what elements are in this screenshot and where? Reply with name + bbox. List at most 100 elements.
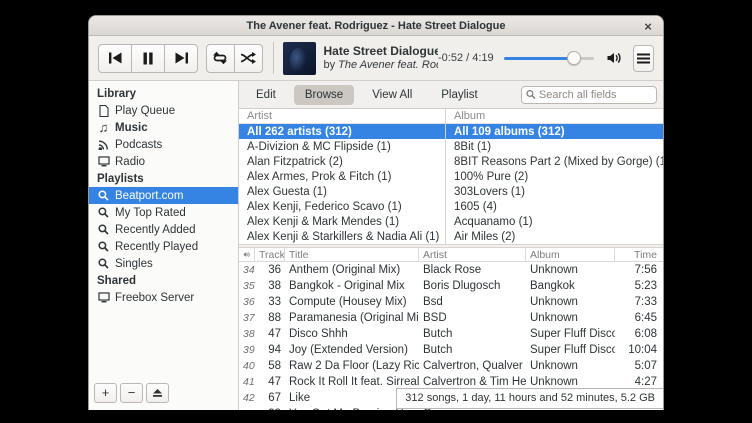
seek-slider[interactable] (504, 51, 594, 65)
track-title: Paramanesia (Original Mix) (285, 312, 419, 324)
close-button[interactable]: × (640, 18, 656, 34)
artist-list-item[interactable]: Alex Armes, Prok & Fitch (1) (239, 169, 445, 184)
track-time: 6:45 (615, 312, 663, 324)
album-column-header-track[interactable]: Album (526, 248, 615, 261)
main-content: Edit Browse View All Playlist Artist (239, 81, 663, 410)
sidebar-item-radio[interactable]: Radio (89, 153, 238, 170)
sidebar-item-label: Beatport.com (115, 190, 183, 202)
search-playlist-icon (97, 224, 110, 235)
repeat-icon (212, 51, 228, 65)
eject-button[interactable] (146, 383, 169, 403)
status-bar: 312 songs, 1 day, 11 hours and 52 minute… (396, 388, 663, 409)
time-column-header[interactable]: Time (615, 248, 663, 261)
view-toolbar: Edit Browse View All Playlist (239, 81, 663, 109)
sidebar-item-beatport[interactable]: Beatport.com (89, 187, 238, 204)
shuffle-button[interactable] (234, 44, 263, 73)
album-list-item[interactable]: All 109 albums (312) (446, 124, 663, 139)
artist-list-item[interactable]: Alex Kenji, Federico Scavo (1) (239, 199, 445, 214)
album-column-header[interactable]: Album (446, 109, 663, 124)
track-column-header[interactable]: Track (255, 248, 285, 261)
track-row[interactable]: 37 88 Paramanesia (Original Mix) BSD Unk… (239, 310, 663, 326)
track-artist: Butch (419, 344, 526, 356)
menu-button[interactable] (633, 45, 654, 72)
sidebar-item-my-top-rated[interactable]: My Top Rated (89, 204, 238, 221)
repeat-button[interactable] (206, 44, 235, 73)
tab-playlist[interactable]: Playlist (430, 85, 488, 105)
row-number: 39 (239, 344, 255, 356)
artist-column-header[interactable]: Artist (239, 109, 445, 124)
tab-browse[interactable]: Browse (294, 85, 354, 105)
track-time: 5:23 (615, 280, 663, 292)
sidebar-item-recently-added[interactable]: Recently Added (89, 221, 238, 238)
title-column-header[interactable]: Title (285, 248, 419, 261)
next-button[interactable] (164, 44, 198, 73)
track-row[interactable]: 40 58 Raw 2 Da Floor (Lazy Rich Re… Calv… (239, 358, 663, 374)
track-album: Unknown (526, 264, 615, 276)
album-list-item[interactable]: Air Miles (2) (446, 229, 663, 244)
sidebar-item-recently-played[interactable]: Recently Played (89, 238, 238, 255)
search-playlist-icon (97, 258, 110, 269)
sidebar-item-label: Freebox Server (115, 292, 194, 304)
track-album: Unknown (526, 376, 615, 388)
desktop-background: The Avener feat. Rodriguez - Hate Street… (0, 0, 752, 423)
remove-playlist-button[interactable]: − (120, 383, 143, 403)
track-row[interactable]: 39 94 Joy (Extended Version) Butch Super… (239, 342, 663, 358)
track-row[interactable]: 36 33 Compute (Housey Mix) Bsd Unknown 7… (239, 294, 663, 310)
track-row[interactable]: 35 38 Bangkok - Original Mix Boris Dlugo… (239, 278, 663, 294)
titlebar[interactable]: The Avener feat. Rodriguez - Hate Street… (89, 16, 663, 36)
previous-button[interactable] (98, 44, 132, 73)
album-list-item[interactable]: 8BIT Reasons Part 2 (Mixed by Gorge) (1) (446, 154, 663, 169)
sidebar-item-label: Singles (115, 258, 153, 270)
tab-view-all[interactable]: View All (361, 85, 423, 105)
sidebar-item-singles[interactable]: Singles (89, 255, 238, 272)
track-row[interactable]: 38 47 Disco Shhh Butch Super Fluff Disco… (239, 326, 663, 342)
sidebar-item-freebox-server[interactable]: Freebox Server (89, 289, 238, 306)
track-number: 38 (255, 280, 285, 292)
mode-controls (206, 44, 263, 73)
search-input[interactable] (539, 89, 652, 101)
album-list-item[interactable]: Acquanamo (1) (446, 214, 663, 229)
sidebar-item-podcasts[interactable]: Podcasts (89, 136, 238, 153)
track-title: Joy (Extended Version) (285, 344, 419, 356)
artist-list-item[interactable]: Alan Fitzpatrick (2) (239, 154, 445, 169)
artist-list-item[interactable]: Alex Kenji & Mark Mendes (1) (239, 214, 445, 229)
volume-button[interactable] (606, 51, 623, 65)
album-list-item[interactable]: 100% Pure (2) (446, 169, 663, 184)
sidebar: Library Play Queue ♫Music (89, 81, 239, 410)
track-album: Unknown (526, 296, 615, 308)
track-album: Unknown (526, 312, 615, 324)
album-list-item[interactable]: 303Lovers (1) (446, 184, 663, 199)
track-number: 33 (255, 408, 285, 410)
seek-handle[interactable] (567, 51, 581, 65)
time-display: -0:52 / 4:19 (438, 52, 494, 64)
artist-column-header-track[interactable]: Artist (419, 248, 526, 261)
track-artist: Bsd (419, 296, 526, 308)
sidebar-item-music[interactable]: ♫Music (89, 119, 238, 136)
search-box[interactable] (521, 86, 657, 104)
track-artist: Calvertron, Qualver (419, 360, 526, 372)
artist-list-item[interactable]: Alex Kenji & Starkillers & Nadia Ali (1) (239, 229, 445, 244)
source-list: Library Play Queue ♫Music (89, 81, 238, 381)
artist-list-item[interactable]: Alex Guesta (1) (239, 184, 445, 199)
sidebar-item-play-queue[interactable]: Play Queue (89, 102, 238, 119)
pause-button[interactable] (131, 44, 165, 73)
track-row[interactable]: 34 36 Anthem (Original Mix) Black Rose U… (239, 262, 663, 278)
track-title: Compute (Housey Mix) (285, 296, 419, 308)
track-album: Unknown (526, 360, 615, 372)
track-time: 7:33 (615, 296, 663, 308)
artist-list-item[interactable]: All 262 artists (312) (239, 124, 445, 139)
rss-icon (97, 139, 110, 150)
add-playlist-button[interactable]: + (94, 383, 117, 403)
artist-list-item[interactable]: A-Divizion & MC Flipside (1) (239, 139, 445, 154)
album-list-item[interactable]: 1605 (4) (446, 199, 663, 214)
tab-edit[interactable]: Edit (245, 85, 287, 105)
album-list-item[interactable]: 8Bit (1) (446, 139, 663, 154)
track-number: 36 (255, 264, 285, 276)
player-toolbar: Hate Street Dialogue byThe Avener feat. … (89, 36, 663, 81)
track-number: 47 (255, 328, 285, 340)
track-title: Bangkok - Original Mix (285, 280, 419, 292)
previous-icon (108, 51, 123, 65)
playing-column-header[interactable] (239, 248, 255, 261)
album-art (283, 42, 316, 75)
toolbar-separator (273, 42, 274, 74)
